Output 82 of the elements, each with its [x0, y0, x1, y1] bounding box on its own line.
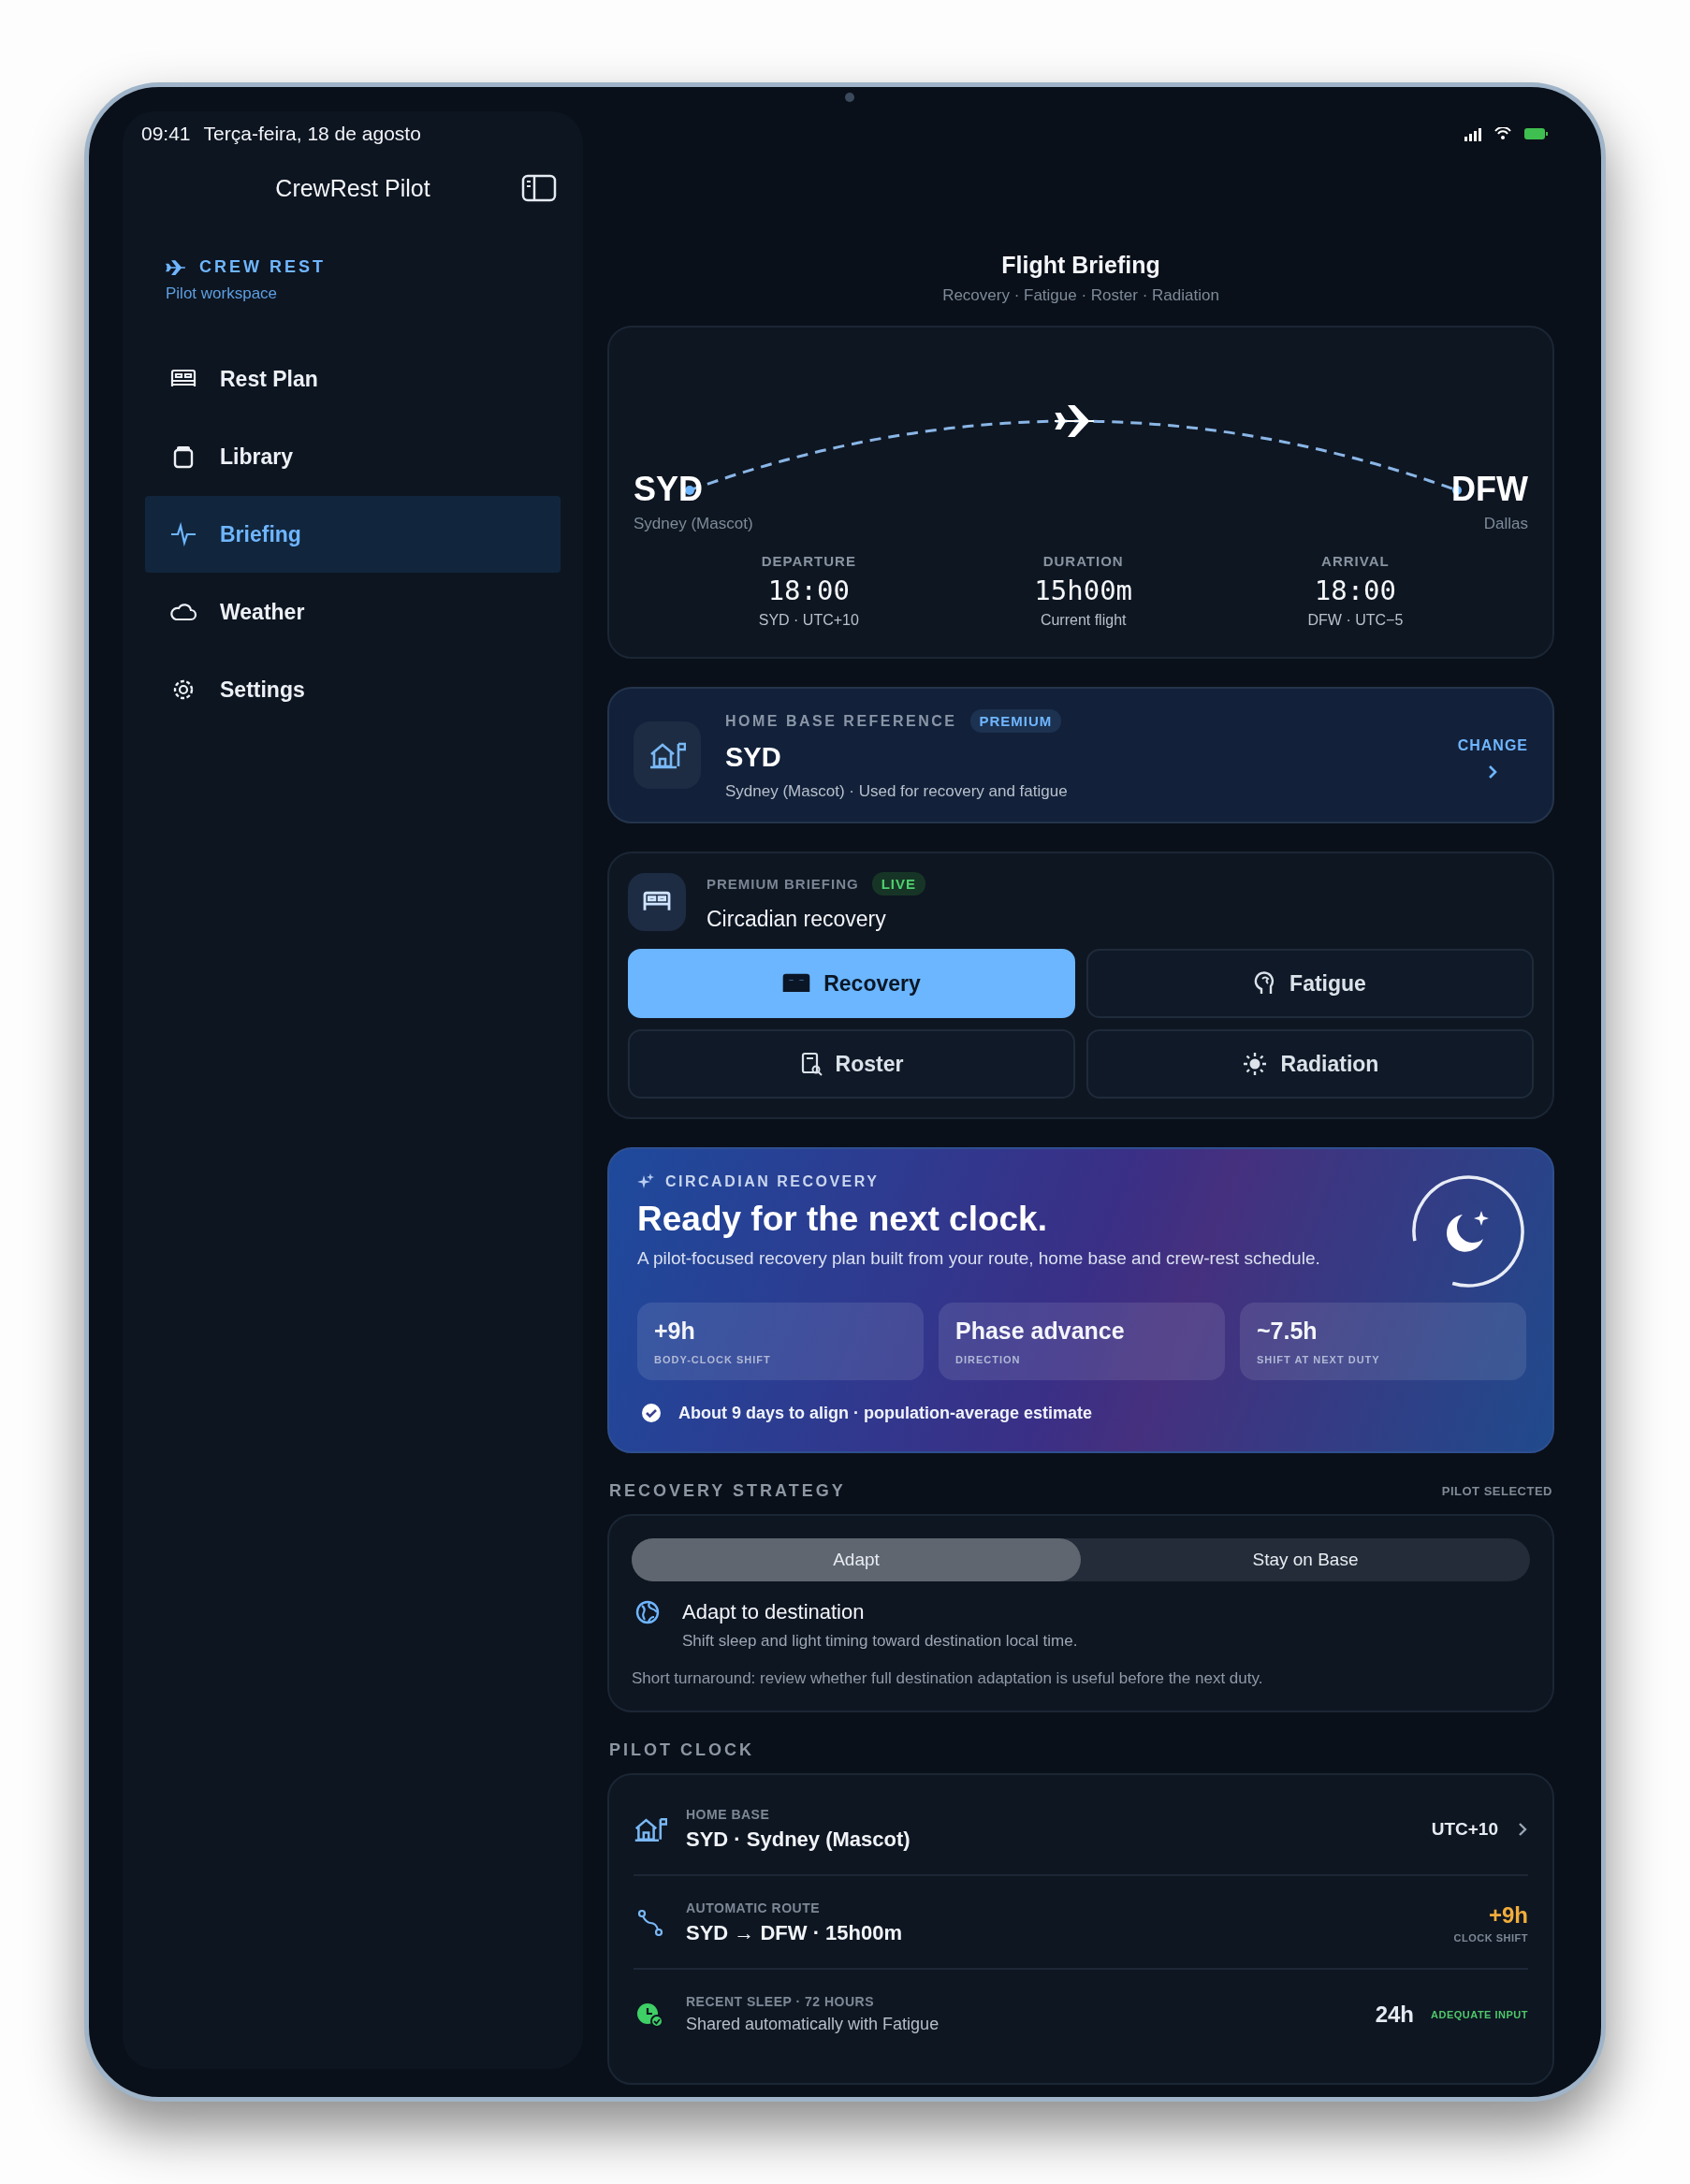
- wifi-icon: [1494, 127, 1511, 140]
- chevron-right-icon[interactable]: [1517, 1821, 1528, 1838]
- globe-icon: [635, 1600, 660, 1624]
- status-date: Terça-feira, 18 de agosto: [203, 123, 421, 145]
- row-value: SYD · Sydney (Mascot): [686, 1827, 911, 1852]
- sleep-hours-value: 24h: [1375, 2001, 1415, 2028]
- camera-dot: [845, 93, 854, 102]
- metric-label: BODY-CLOCK SHIFT: [654, 1354, 772, 1365]
- stat-value: 15h00m: [1034, 575, 1133, 606]
- briefing-title: Circadian recovery: [707, 907, 887, 932]
- strategy-title: Adapt to destination: [682, 1600, 866, 1624]
- change-button[interactable]: CHANGE: [1457, 737, 1528, 780]
- segment-option[interactable]: Adapt: [632, 1538, 1081, 1581]
- sidebar-item[interactable]: Rest Plan: [145, 341, 561, 417]
- sidebar-item[interactable]: Weather: [145, 574, 561, 650]
- circadian-note: About 9 days to align · population-average estimate: [678, 1403, 1093, 1423]
- cloud-icon: [168, 602, 199, 622]
- stat-note: Current flight: [1040, 612, 1127, 629]
- stat-note: DFW · UTC−5: [1307, 612, 1404, 629]
- origin-code: SYD: [634, 470, 705, 509]
- destination-city: Dallas: [1483, 515, 1528, 533]
- segment-option[interactable]: Stay on Base: [1081, 1538, 1530, 1581]
- clock-shift-label: CLOCK SHIFT: [1453, 1932, 1528, 1944]
- row-label: HOME BASE: [686, 1807, 771, 1822]
- brand-subtitle: Pilot workspace: [166, 284, 279, 303]
- section-tag: PILOT SELECTED: [1441, 1484, 1552, 1498]
- circadian-title: Ready for the next clock.: [637, 1200, 1048, 1239]
- section-heading: PILOT CLOCK: [609, 1740, 754, 1760]
- strategy-warning: Short turnaround: review whether full destination adaptation is useful before the next duty.: [632, 1669, 1264, 1688]
- page-subtitle: Recovery · Fatigue · Roster · Radiation: [942, 286, 1219, 305]
- mode-button[interactable]: Recovery: [628, 949, 1075, 1018]
- sidebar-title: CrewRest Pilot: [275, 174, 430, 202]
- check-badge-icon: [641, 1403, 662, 1423]
- row-label: AUTOMATIC ROUTE: [686, 1900, 822, 1915]
- sleep-status-label: ADEQUATE INPUT: [1431, 2008, 1528, 2020]
- mode-button[interactable]: Fatigue: [1086, 949, 1534, 1018]
- sun-icon: [1241, 1051, 1268, 1077]
- stat-value: 18:00: [1314, 575, 1397, 606]
- stat-label: ARRIVAL: [1321, 553, 1390, 569]
- timezone-value: UTC+10: [1431, 1819, 1498, 1840]
- circadian-description: A pilot-focused recovery plan built from your route, home base and crew-rest schedule.: [637, 1248, 1320, 1269]
- metric-label: SHIFT AT NEXT DUTY: [1257, 1354, 1381, 1365]
- mode-button[interactable]: Roster: [628, 1029, 1075, 1099]
- status-time: 09:41: [141, 123, 191, 145]
- section-heading: RECOVERY STRATEGY: [609, 1481, 846, 1501]
- briefing-label: PREMIUM BRIEFING: [707, 876, 859, 892]
- mode-button[interactable]: Radiation: [1086, 1029, 1534, 1099]
- stat-label: DURATION: [1042, 553, 1124, 569]
- battery-icon: [1524, 128, 1549, 139]
- metric-value: Phase advance: [955, 1318, 1126, 1345]
- brand-name: CREW REST: [199, 257, 326, 277]
- row-value: Shared automatically with Fatigue: [686, 2015, 940, 2034]
- metric-value: +9h: [654, 1318, 696, 1345]
- clock-shift-value: +9h: [1488, 1902, 1528, 1929]
- metric-label: DIRECTION: [955, 1354, 1022, 1365]
- signal-icon: [1464, 126, 1481, 141]
- stat-value: 18:00: [767, 575, 850, 606]
- live-badge: LIVE: [871, 872, 925, 895]
- sidebar-item[interactable]: Briefing: [145, 496, 561, 573]
- sidebar-item[interactable]: Library: [145, 418, 561, 495]
- strategy-description: Shift sleep and light timing toward destination local time.: [682, 1632, 1078, 1651]
- row-label: RECENT SLEEP · 72 HOURS: [686, 1994, 876, 2009]
- house-flag-icon: [648, 740, 686, 770]
- origin-city: Sydney (Mascot): [634, 515, 753, 533]
- airplane-icon: [166, 258, 186, 276]
- metric-value: ~7.5h: [1257, 1318, 1318, 1345]
- chevron-right-icon: [1487, 764, 1499, 780]
- home-base-label: HOME BASE REFERENCE: [725, 712, 957, 730]
- page-title: Flight Briefing: [1001, 252, 1160, 279]
- stat-label: DEPARTURE: [761, 553, 856, 569]
- moon-ring-icon: [1410, 1173, 1526, 1289]
- premium-badge: PREMIUM: [969, 709, 1062, 733]
- house-flag-icon: [634, 1815, 667, 1843]
- home-base-code: SYD: [725, 742, 782, 773]
- row-value: SYD → DFW · 15h00m: [686, 1921, 904, 1945]
- sidebar-toggle-icon[interactable]: [521, 174, 557, 202]
- circadian-eyebrow: CIRCADIAN RECOVERY: [665, 1173, 880, 1190]
- document-search-icon: [799, 1052, 823, 1076]
- sidebar-item[interactable]: Settings: [145, 651, 561, 728]
- destination-code: DFW: [1451, 470, 1528, 509]
- stat-note: SYD · UTC+10: [758, 612, 859, 629]
- home-base-description: Sydney (Mascot) · Used for recovery and fatigue: [725, 782, 1069, 801]
